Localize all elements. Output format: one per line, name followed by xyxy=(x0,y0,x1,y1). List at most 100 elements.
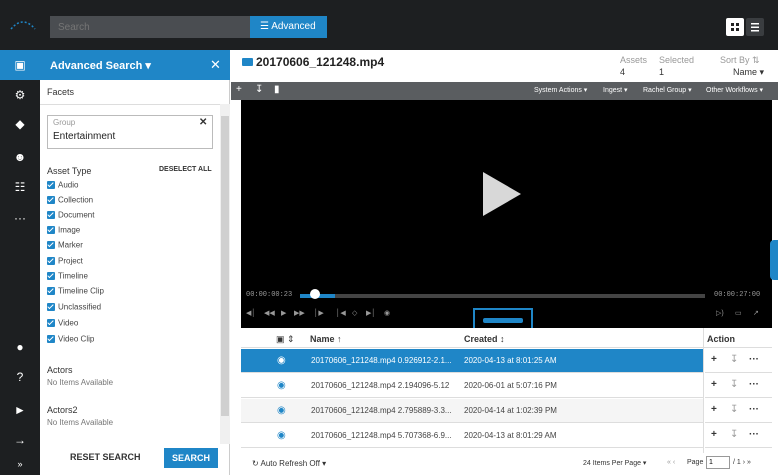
auto-refresh-toggle[interactable]: ↻ Auto Refresh Off ▾ xyxy=(252,459,326,468)
grid-view-icon[interactable] xyxy=(726,18,744,36)
trash-icon[interactable]: ▮ xyxy=(274,84,280,95)
subtitles-icon[interactable]: ▭ xyxy=(735,309,742,317)
play-icon[interactable] xyxy=(483,172,521,216)
checkbox-checked-icon[interactable] xyxy=(47,195,55,204)
search-button[interactable]: SEARCH xyxy=(164,448,218,468)
group-icon[interactable]: ☷ xyxy=(12,180,28,194)
download-icon[interactable]: ↧ xyxy=(730,379,738,390)
asset-type-checkbox[interactable]: Image xyxy=(47,225,80,236)
sort-by-label[interactable]: Sort By ⇅ xyxy=(720,55,760,66)
asset-type-checkbox[interactable]: Project xyxy=(47,256,83,267)
asset-type-checkbox[interactable]: Video xyxy=(47,318,78,329)
table-row[interactable]: ◉ 20170606_121248.mp4 2.194096-5.12 2020… xyxy=(241,374,703,398)
mark-clip-icon[interactable]: ◇ xyxy=(352,309,357,317)
asset-type-checkbox[interactable]: Video Clip xyxy=(47,334,94,345)
asset-name: 20170606_121248.mp4 2.795889-3.3... xyxy=(311,406,452,415)
download-icon[interactable]: ↧ xyxy=(255,84,263,95)
more-icon[interactable]: ··· xyxy=(749,379,759,390)
fast-forward-icon[interactable]: ▶▶ xyxy=(294,309,305,317)
search-input[interactable] xyxy=(50,16,250,38)
facets-tab[interactable]: Facets xyxy=(47,87,74,97)
sort-by-select[interactable]: Name ▾ xyxy=(733,67,764,78)
rachel-group-menu[interactable]: Rachel Group ▾ xyxy=(643,86,692,94)
thumbnail-column-header[interactable]: ▣ ⇕ xyxy=(276,334,295,345)
more-icon[interactable]: ··· xyxy=(749,429,759,440)
play-small-icon[interactable]: ▶ xyxy=(281,309,286,317)
download-icon[interactable]: ↧ xyxy=(730,404,738,415)
checkbox-checked-icon[interactable] xyxy=(47,210,55,219)
list-view-icon[interactable] xyxy=(746,18,764,36)
page-prev-icon[interactable]: « ‹ xyxy=(667,459,675,466)
name-column-header[interactable]: Name ↑ xyxy=(310,334,342,344)
asset-type-checkbox[interactable]: Timeline Clip xyxy=(47,286,104,297)
close-icon[interactable]: ✕ xyxy=(210,57,221,73)
mark-out-icon[interactable]: ▶│ xyxy=(366,309,376,317)
system-actions-menu[interactable]: System Actions ▾ xyxy=(534,86,587,94)
add-icon[interactable]: + xyxy=(711,404,717,415)
sign-in-icon[interactable]: → xyxy=(12,433,28,447)
advanced-search-title[interactable]: Advanced Search ▾ xyxy=(50,59,151,72)
asset-type-checkbox[interactable]: Collection xyxy=(47,195,93,206)
download-icon[interactable]: ↧ xyxy=(730,354,738,365)
more-icon[interactable]: ··· xyxy=(12,211,28,225)
other-workflows-menu[interactable]: Other Workflows ▾ xyxy=(706,86,763,94)
step-forward-icon[interactable]: │▶ xyxy=(314,309,324,317)
checkbox-checked-icon[interactable] xyxy=(47,225,55,234)
advanced-search-button[interactable]: ☰ Advanced xyxy=(250,16,327,38)
asset-type-checkbox[interactable]: Document xyxy=(47,210,94,221)
collapse-handle-icon[interactable] xyxy=(483,318,523,323)
checkbox-checked-icon[interactable] xyxy=(47,240,55,249)
checkbox-checked-icon[interactable] xyxy=(47,334,55,343)
actors2-empty-text: No Items Available xyxy=(47,418,114,427)
megaphone-icon[interactable]: ► xyxy=(12,403,28,417)
created-column-header[interactable]: Created ↕ xyxy=(464,334,505,344)
tag-icon[interactable]: ◆ xyxy=(12,117,28,131)
checkbox-checked-icon[interactable] xyxy=(47,302,55,311)
more-icon[interactable]: ··· xyxy=(749,354,759,365)
group-field-value[interactable]: Entertainment xyxy=(53,131,115,142)
page-total[interactable]: / 1 › » xyxy=(733,459,751,466)
table-row[interactable]: ◉ 20170606_121248.mp4 0.926912-2.1... 20… xyxy=(241,349,703,373)
items-per-page-select[interactable]: 24 Items Per Page ▾ xyxy=(583,459,646,467)
add-icon[interactable]: + xyxy=(711,379,717,390)
checkbox-checked-icon[interactable] xyxy=(47,286,55,295)
scrollbar-thumb[interactable] xyxy=(221,116,229,416)
plus-icon[interactable]: + xyxy=(236,84,242,95)
checkbox-checked-icon[interactable] xyxy=(47,256,55,265)
download-icon[interactable]: ↧ xyxy=(730,429,738,440)
users-icon[interactable]: ☻ xyxy=(12,150,28,164)
deselect-all-link[interactable]: DESELECT ALL xyxy=(159,166,212,173)
current-time: 00:00:00:23 xyxy=(246,291,293,299)
cogs-icon[interactable]: ⚙ xyxy=(12,88,28,102)
progress-track[interactable] xyxy=(300,294,705,298)
app-logo-icon[interactable] xyxy=(10,19,36,31)
reset-search-button[interactable]: RESET SEARCH xyxy=(70,452,141,462)
more-icon[interactable]: ··· xyxy=(749,404,759,415)
help-circle-icon[interactable]: ● xyxy=(12,340,28,354)
ingest-menu[interactable]: Ingest ▾ xyxy=(603,86,628,94)
side-panel-tab[interactable] xyxy=(770,240,778,280)
add-icon[interactable]: + xyxy=(711,354,717,365)
rewind-icon[interactable]: ◀◀ xyxy=(264,309,275,317)
clear-icon[interactable]: ✕ xyxy=(199,117,207,128)
asset-type-checkbox[interactable]: Audio xyxy=(47,180,78,191)
checkbox-checked-icon[interactable] xyxy=(47,180,55,189)
step-back-icon[interactable]: ◀│ xyxy=(246,309,256,317)
fullscreen-icon[interactable]: ↗ xyxy=(753,309,759,317)
volume-icon[interactable]: ▷) xyxy=(716,309,724,317)
question-icon[interactable]: ? xyxy=(12,370,28,384)
progress-handle[interactable] xyxy=(310,289,320,299)
asset-type-checkbox[interactable]: Timeline xyxy=(47,271,88,282)
asset-type-checkbox[interactable]: Unclassified xyxy=(47,302,101,313)
table-row[interactable]: ◉ 20170606_121248.mp4 2.795889-3.3... 20… xyxy=(241,399,703,423)
expand-icon[interactable]: » xyxy=(12,457,28,471)
table-row[interactable]: ◉ 20170606_121248.mp4 5.707368-6.9... 20… xyxy=(241,424,703,448)
add-icon[interactable]: + xyxy=(711,429,717,440)
page-input[interactable] xyxy=(706,456,730,469)
checkbox-checked-icon[interactable] xyxy=(47,318,55,327)
checkbox-checked-icon[interactable] xyxy=(47,271,55,280)
asset-type-checkbox[interactable]: Marker xyxy=(47,240,83,251)
mark-in-icon[interactable]: │◀ xyxy=(336,309,346,317)
image-icon[interactable]: ▣ xyxy=(12,58,28,72)
camera-icon[interactable]: ◉ xyxy=(384,309,390,317)
